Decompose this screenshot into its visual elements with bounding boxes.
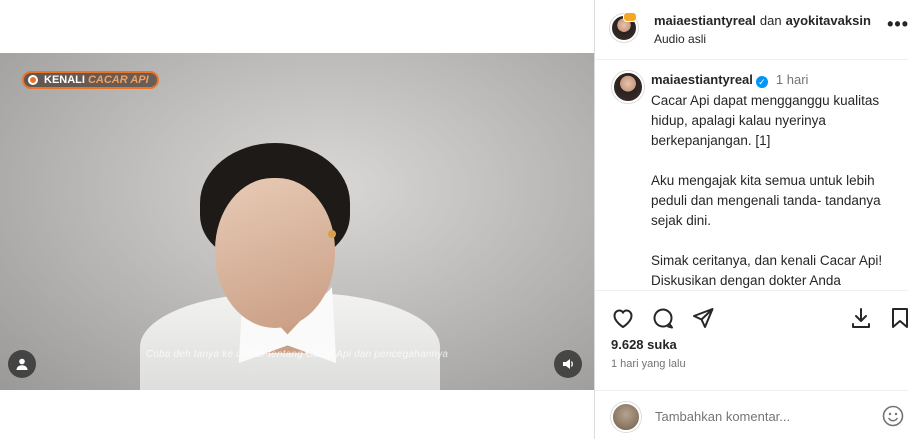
caption-text: Cacar Api dapat mengganggu kualitas hidu… <box>651 91 901 289</box>
badge-circle-icon <box>28 75 38 85</box>
emoji-button[interactable] <box>882 405 904 427</box>
audio-link[interactable]: Audio asli <box>654 32 706 46</box>
share-icon <box>693 308 714 328</box>
more-options-icon[interactable]: ••• <box>887 14 908 35</box>
video-badge: KENALI CACAR API <box>22 71 159 89</box>
verified-badge-icon: ✓ <box>755 76 768 88</box>
comment-input[interactable] <box>655 409 855 424</box>
like-button[interactable] <box>610 305 636 331</box>
caption-user-line: maiaestiantyreal ✓ 1 hari <box>651 72 808 88</box>
badge-accent-text: CACAR API <box>87 74 149 86</box>
caption-area: maiaestiantyreal ✓ 1 hari Cacar Api dapat … <box>595 61 908 289</box>
author-username-link[interactable]: maiaestiantyreal <box>654 13 756 28</box>
badge-main-text: KENALI <box>44 74 85 86</box>
author-line: maiaestiantyreal dan ayokitavaksin <box>654 13 871 28</box>
comment-button[interactable] <box>650 305 676 331</box>
post-date[interactable]: 1 hari yang lalu <box>611 358 686 370</box>
collab-avatar-badge <box>623 12 637 22</box>
post-side-panel: maiaestiantyreal dan ayokitavaksin Audio a… <box>594 0 908 439</box>
current-user-avatar <box>611 402 641 432</box>
heart-icon <box>613 309 633 329</box>
caption-time: 1 hari <box>775 72 809 87</box>
emoji-icon <box>882 405 904 427</box>
post-header: maiaestiantyreal dan ayokitavaksin Audio a… <box>595 0 908 60</box>
caption-paragraph: Simak ceritanya, dan kenali Cacar Api! D… <box>651 253 883 288</box>
share-button[interactable] <box>690 305 716 331</box>
likes-count[interactable]: 9.628 suka <box>611 337 677 352</box>
video-subtitle: Coba deh tanya ke dokter tentang Cacar A… <box>145 349 449 360</box>
video-player[interactable]: KENALI CACAR API Coba deh tanya ke dokte… <box>0 53 594 390</box>
save-button[interactable] <box>887 305 908 331</box>
collab-conjunction: dan <box>759 13 782 28</box>
download-icon <box>852 308 870 328</box>
user-icon <box>16 358 28 370</box>
collab-username-link[interactable]: ayokitavaksin <box>786 13 871 28</box>
caption-paragraph: Aku mengajak kita semua untuk lebih pedu… <box>651 173 881 228</box>
caption-paragraph: Cacar Api dapat mengganggu kualitas hidu… <box>651 93 880 148</box>
download-button[interactable] <box>848 305 874 331</box>
sound-toggle-button[interactable] <box>554 350 582 378</box>
portrait-earring <box>328 230 336 238</box>
caption-username-link[interactable]: maiaestiantyreal <box>651 72 753 87</box>
media-column: KENALI CACAR API Coba deh tanya ke dokte… <box>0 0 594 439</box>
tagged-users-button[interactable] <box>8 350 36 378</box>
comment-icon <box>653 308 673 329</box>
portrait-face <box>215 178 335 328</box>
sound-icon <box>563 359 573 369</box>
caption-avatar[interactable] <box>612 71 644 103</box>
bookmark-icon <box>892 308 908 328</box>
comment-bar <box>595 390 908 439</box>
